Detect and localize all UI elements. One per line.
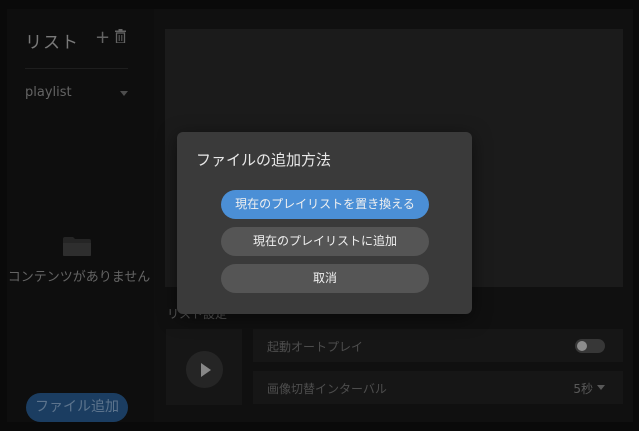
- cancel-button[interactable]: 取消: [221, 264, 429, 293]
- dialog-title: ファイルの追加方法: [196, 151, 332, 169]
- replace-playlist-button[interactable]: 現在のプレイリストを置き換える: [221, 190, 429, 219]
- append-playlist-button[interactable]: 現在のプレイリストに追加: [221, 227, 429, 256]
- add-method-dialog: ファイルの追加方法 現在のプレイリストを置き換える 現在のプレイリストに追加 取…: [177, 132, 472, 314]
